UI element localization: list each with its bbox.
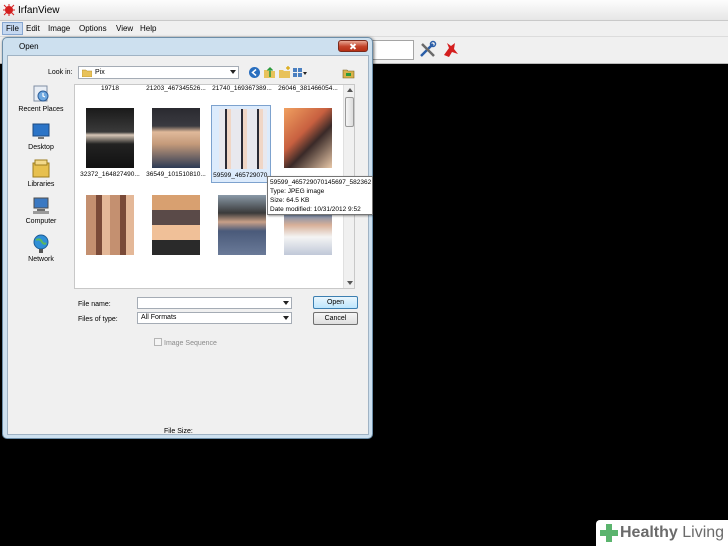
recent-places-icon bbox=[33, 85, 49, 102]
menu-help[interactable]: Help bbox=[140, 24, 156, 33]
place-network[interactable]: Network bbox=[8, 234, 74, 270]
computer-icon bbox=[33, 197, 49, 214]
image-sequence-option[interactable]: Image Sequence bbox=[154, 338, 217, 347]
file-thumbnail[interactable]: 21203_467345526... bbox=[145, 85, 206, 97]
file-thumbnail[interactable] bbox=[79, 195, 139, 270]
dialog-body: Look in: Pix Recent Places Desktop Libra… bbox=[7, 55, 369, 435]
files-of-type-select[interactable]: All Formats bbox=[137, 312, 292, 324]
place-label: Computer bbox=[25, 218, 57, 225]
look-in-value: Pix bbox=[95, 69, 105, 76]
view-menu-icon[interactable] bbox=[292, 66, 308, 79]
file-name-caption: 21740_169367389... bbox=[212, 85, 272, 92]
dialog-title: Open bbox=[19, 42, 39, 51]
folder-icon bbox=[82, 69, 92, 77]
file-info-tooltip: 59599_465729070145697_582362 Type: JPEG … bbox=[267, 176, 373, 215]
tooltip-file-size: Size: 64.5 KB bbox=[270, 197, 310, 204]
image-sequence-label: Image Sequence bbox=[164, 340, 217, 347]
app-titlebar: IrfanView bbox=[0, 0, 728, 21]
file-name-caption: 59599_465729070... bbox=[213, 172, 273, 179]
files-of-type-value: All Formats bbox=[141, 314, 177, 321]
desktop-folder-icon[interactable] bbox=[342, 66, 355, 79]
place-label: Recent Places bbox=[18, 106, 64, 113]
files-of-type-label: Files of type: bbox=[78, 316, 118, 323]
new-folder-icon[interactable] bbox=[278, 66, 291, 79]
menu-view[interactable]: View bbox=[116, 24, 133, 33]
file-name-caption: 36549_101510810... bbox=[146, 171, 206, 178]
file-name-caption: 32372_164827490... bbox=[80, 171, 140, 178]
network-icon bbox=[33, 234, 49, 253]
place-computer[interactable]: Computer bbox=[8, 196, 74, 232]
plus-logo-icon bbox=[600, 524, 618, 542]
photo-thumbnail bbox=[219, 109, 267, 169]
place-desktop[interactable]: Desktop bbox=[8, 122, 74, 158]
healthy-living-watermark: Healthy Living bbox=[596, 520, 728, 546]
file-thumbnail[interactable]: 36549_101510810... bbox=[145, 108, 206, 183]
file-thumbnail[interactable] bbox=[145, 195, 205, 270]
place-label: Libraries bbox=[27, 181, 55, 188]
scrollbar-thumb[interactable] bbox=[345, 97, 354, 127]
place-label: Desktop bbox=[28, 144, 54, 151]
irfanview-logo-icon bbox=[3, 4, 15, 16]
look-in-label: Look in: bbox=[48, 69, 73, 76]
image-sequence-checkbox[interactable] bbox=[154, 338, 162, 346]
photo-thumbnail bbox=[218, 195, 266, 255]
back-icon[interactable] bbox=[248, 66, 261, 79]
tools-icon[interactable] bbox=[418, 40, 438, 60]
look-in-combobox[interactable]: Pix bbox=[78, 66, 239, 79]
dialog-close-button[interactable] bbox=[338, 40, 368, 52]
file-size-label: File Size: bbox=[164, 428, 193, 435]
place-recent-places[interactable]: Recent Places bbox=[8, 84, 74, 120]
menu-options[interactable]: Options bbox=[79, 24, 107, 33]
file-thumbnail[interactable] bbox=[211, 195, 271, 270]
file-thumbnail[interactable]: 32372_164827490... bbox=[79, 108, 140, 183]
toolbar-zoom-field[interactable] bbox=[366, 40, 414, 60]
menu-file[interactable]: File bbox=[2, 22, 23, 35]
photo-thumbnail bbox=[86, 108, 134, 168]
cancel-button[interactable]: Cancel bbox=[313, 312, 358, 325]
file-name-caption: 19718 bbox=[100, 85, 120, 92]
photo-thumbnail bbox=[152, 195, 200, 255]
open-dialog: Open Look in: Pix Recent Places Desktop … bbox=[2, 37, 373, 439]
menu-edit[interactable]: Edit bbox=[26, 24, 40, 33]
open-button[interactable]: Open bbox=[313, 296, 358, 309]
chevron-down-icon[interactable] bbox=[230, 70, 236, 74]
scroll-down-icon[interactable] bbox=[347, 281, 353, 285]
libraries-icon bbox=[32, 159, 50, 178]
app-title: IrfanView bbox=[18, 5, 60, 16]
watermark-bold: Healthy bbox=[620, 524, 678, 541]
tooltip-file-name: 59599_465729070145697_582362 bbox=[270, 179, 372, 186]
photo-thumbnail bbox=[86, 195, 134, 255]
file-thumbnail-selected[interactable]: 59599_465729070... bbox=[211, 105, 273, 183]
file-thumbnail[interactable]: 26046_381466054... bbox=[277, 85, 338, 97]
menu-image[interactable]: Image bbox=[48, 24, 70, 33]
file-thumbnail[interactable] bbox=[277, 108, 337, 183]
photo-thumbnail bbox=[152, 108, 200, 168]
places-bar: Recent Places Desktop Libraries Computer… bbox=[8, 84, 74, 274]
watermark-text: Healthy Living bbox=[620, 524, 724, 542]
file-name-caption: 21203_467345526... bbox=[146, 85, 206, 92]
tooltip-file-type: Type: JPEG image bbox=[270, 188, 325, 195]
place-label: Network bbox=[28, 256, 54, 263]
photo-thumbnail bbox=[284, 108, 332, 168]
file-thumbnail[interactable]: 19718 bbox=[79, 85, 139, 97]
menubar: File Edit Image Options View Help bbox=[0, 21, 728, 37]
place-libraries[interactable]: Libraries bbox=[8, 159, 74, 195]
up-folder-icon[interactable] bbox=[263, 66, 276, 79]
watermark-light: Living bbox=[677, 524, 725, 541]
file-thumbnail[interactable]: 21740_169367389... bbox=[211, 85, 272, 97]
tooltip-date-modified: Date modified: 10/31/2012 9:52 bbox=[270, 206, 361, 213]
chevron-down-icon[interactable] bbox=[283, 316, 289, 320]
file-name-input[interactable] bbox=[137, 297, 292, 309]
scroll-up-icon[interactable] bbox=[347, 88, 353, 92]
chevron-down-icon[interactable] bbox=[283, 301, 289, 305]
file-name-label: File name: bbox=[78, 301, 111, 308]
file-name-caption: 26046_381466054... bbox=[278, 85, 338, 92]
desktop-icon bbox=[32, 123, 50, 139]
irfanview-cat-icon[interactable] bbox=[441, 40, 461, 60]
